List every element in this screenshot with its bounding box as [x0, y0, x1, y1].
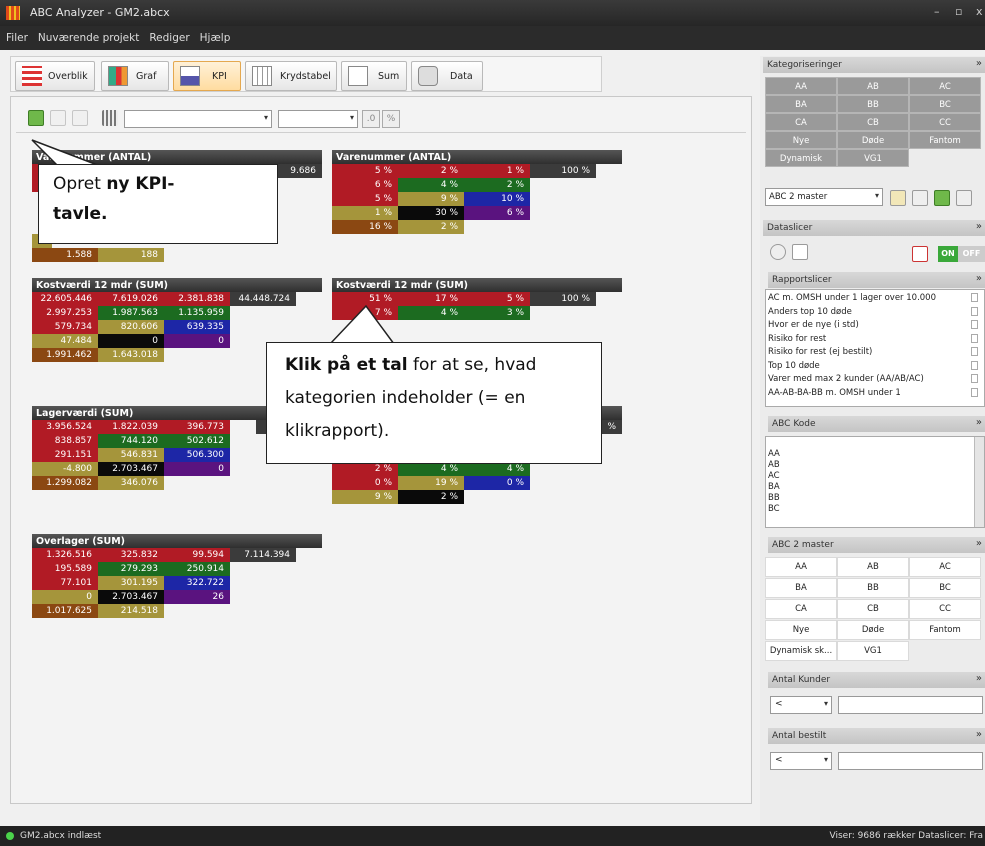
callout-line: kategorien indeholder (= en: [285, 388, 526, 408]
callout-click-number: Klik på et tal for at se, hvad kategorie…: [266, 342, 602, 464]
callout-line: klikrapport).: [285, 421, 390, 441]
callout-line: Klik på et tal for at se, hvad: [285, 355, 537, 375]
callout-line: tavle.: [53, 204, 108, 224]
callout-new-board: Opret ny KPI- tavle.: [38, 164, 278, 244]
callout-line: Opret ny KPI-: [53, 174, 175, 194]
